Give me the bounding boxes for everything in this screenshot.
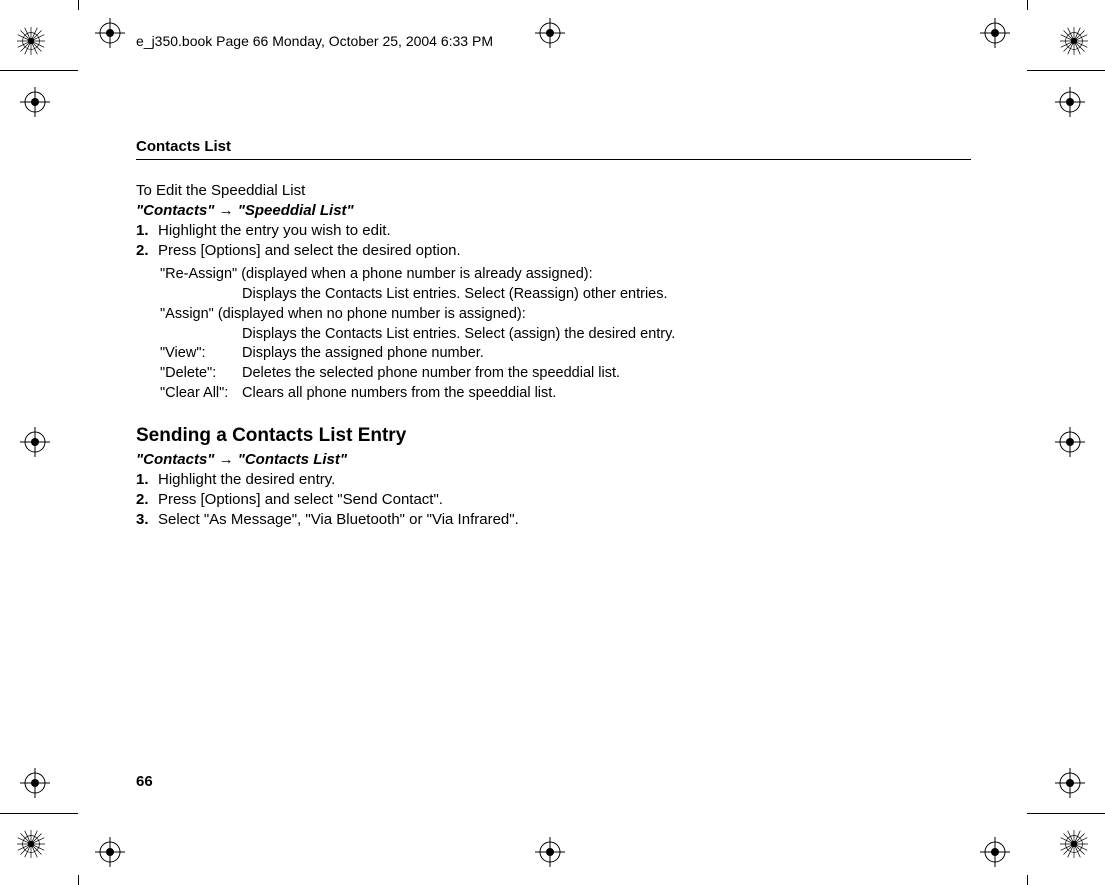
step-item: 1.Highlight the entry you wish to edit. (136, 222, 971, 239)
registration-mark-icon (1060, 830, 1088, 858)
option-row: Displays the Contacts List entries. Sele… (160, 325, 971, 344)
registration-mark-icon (17, 830, 45, 858)
crop-target-icon (1055, 427, 1085, 457)
step-item: 2.Press [Options] and select "Send Conta… (136, 491, 971, 508)
step-item: 1.Highlight the desired entry. (136, 471, 971, 488)
nav-path: "Contacts" → "Contacts List" (136, 451, 971, 468)
page-header: e_j350.book Page 66 Monday, October 25, … (136, 33, 1028, 49)
page-number: 66 (136, 773, 153, 790)
section-title: Contacts List (136, 138, 971, 160)
option-row: Displays the Contacts List entries. Sele… (160, 285, 971, 304)
option-row: "View":Displays the assigned phone numbe… (160, 344, 971, 363)
step-item: 3.Select "As Message", "Via Bluetooth" o… (136, 511, 971, 528)
crop-target-icon (20, 87, 50, 117)
registration-mark-icon (17, 27, 45, 55)
subsection-title: To Edit the Speeddial List (136, 182, 971, 199)
nav-path: "Contacts" → "Speeddial List" (136, 202, 971, 219)
crop-target-icon (1055, 87, 1085, 117)
registration-mark-icon (1060, 27, 1088, 55)
crop-target-icon (20, 427, 50, 457)
crop-target-icon (20, 768, 50, 798)
option-row: "Delete":Deletes the selected phone numb… (160, 364, 971, 383)
option-row: "Clear All":Clears all phone numbers fro… (160, 384, 971, 403)
subsection-title: Sending a Contacts List Entry (136, 425, 971, 447)
step-item: 2.Press [Options] and select the desired… (136, 242, 971, 259)
option-row: "Re-Assign" (displayed when a phone numb… (160, 265, 971, 284)
option-row: "Assign" (displayed when no phone number… (160, 305, 971, 324)
crop-target-icon (1055, 768, 1085, 798)
